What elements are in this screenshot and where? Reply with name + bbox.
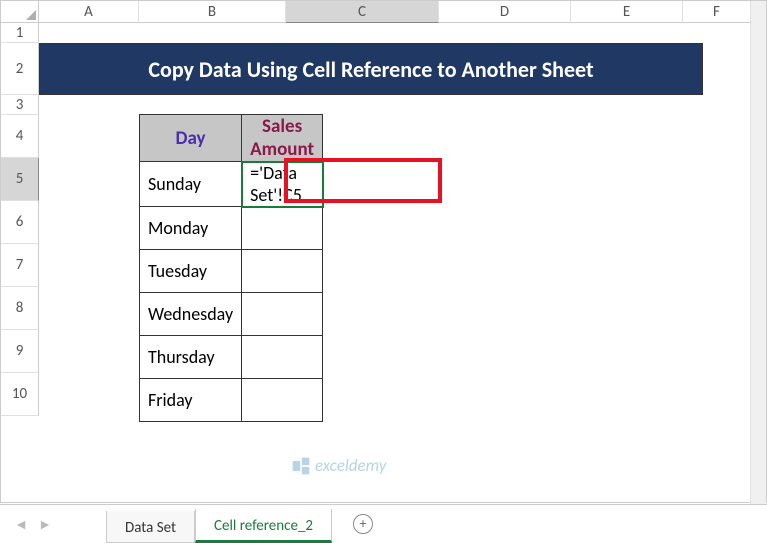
row-header-10[interactable]: 10 xyxy=(1,373,39,416)
row-header-7[interactable]: 7 xyxy=(1,244,39,287)
vertical-scrollbar[interactable] xyxy=(750,1,766,504)
col-header-F[interactable]: F xyxy=(683,1,751,23)
title-text: Copy Data Using Cell Reference to Anothe… xyxy=(148,56,593,83)
data-table: Day Sales Amount Sunday='Data Set'!C5Mon… xyxy=(139,114,323,422)
cell-day[interactable]: Friday xyxy=(140,379,242,422)
table-row: Friday xyxy=(140,379,323,422)
spreadsheet-area: ABCDEF 12345678910 Copy Data Using Cell … xyxy=(0,0,767,503)
table-row: Tuesday xyxy=(140,250,323,293)
cell-sales[interactable] xyxy=(242,207,323,250)
select-all-corner[interactable] xyxy=(1,1,39,23)
cell-day[interactable]: Tuesday xyxy=(140,250,242,293)
row-header-6[interactable]: 6 xyxy=(1,201,39,244)
plus-icon: + xyxy=(353,514,373,534)
sheet-tab[interactable]: Cell reference_2 xyxy=(195,509,332,543)
cell-day[interactable]: Wednesday xyxy=(140,293,242,336)
col-header-C[interactable]: C xyxy=(286,1,439,23)
watermark-icon xyxy=(291,456,311,476)
table-row: Sunday='Data Set'!C5 xyxy=(140,162,323,207)
tab-nav: ◄ ► xyxy=(0,510,66,538)
cell-sales[interactable] xyxy=(242,336,323,379)
row-header-9[interactable]: 9 xyxy=(1,330,39,373)
col-header-E[interactable]: E xyxy=(571,1,683,23)
tab-next-button[interactable]: ► xyxy=(34,510,56,538)
table-row: Thursday xyxy=(140,336,323,379)
sheet-tab[interactable]: Data Set xyxy=(106,511,195,543)
cell-day[interactable]: Sunday xyxy=(140,162,242,207)
cell-day[interactable]: Thursday xyxy=(140,336,242,379)
col-header-B[interactable]: B xyxy=(139,1,286,23)
header-day[interactable]: Day xyxy=(140,115,242,162)
table-body: Sunday='Data Set'!C5MondayTuesdayWednesd… xyxy=(140,162,323,422)
table-row: Monday xyxy=(140,207,323,250)
header-sales[interactable]: Sales Amount xyxy=(242,115,323,162)
title-banner: Copy Data Using Cell Reference to Anothe… xyxy=(39,43,703,95)
watermark: exceldemy xyxy=(291,455,386,476)
new-sheet-button[interactable]: + xyxy=(346,507,380,541)
row-header-3[interactable]: 3 xyxy=(1,95,39,115)
row-header-5[interactable]: 5 xyxy=(1,158,39,201)
tab-prev-button[interactable]: ◄ xyxy=(10,510,32,538)
sheet-tab-strip: ◄ ► Data SetCell reference_2 + xyxy=(0,504,767,543)
cell-sales[interactable] xyxy=(242,293,323,336)
row-header-8[interactable]: 8 xyxy=(1,287,39,330)
row-header-1[interactable]: 1 xyxy=(1,23,39,43)
row-header-4[interactable]: 4 xyxy=(1,115,39,158)
row-headers: 12345678910 xyxy=(1,23,39,416)
col-header-A[interactable]: A xyxy=(39,1,139,23)
col-header-D[interactable]: D xyxy=(439,1,571,23)
cell-sales[interactable]: ='Data Set'!C5 xyxy=(242,162,323,207)
column-headers: ABCDEF xyxy=(1,1,766,23)
cell-sales[interactable] xyxy=(242,250,323,293)
row-header-2[interactable]: 2 xyxy=(1,43,39,95)
table-row: Wednesday xyxy=(140,293,323,336)
cell-day[interactable]: Monday xyxy=(140,207,242,250)
cell-sales[interactable] xyxy=(242,379,323,422)
sheet-tabs: Data SetCell reference_2 xyxy=(106,505,332,543)
